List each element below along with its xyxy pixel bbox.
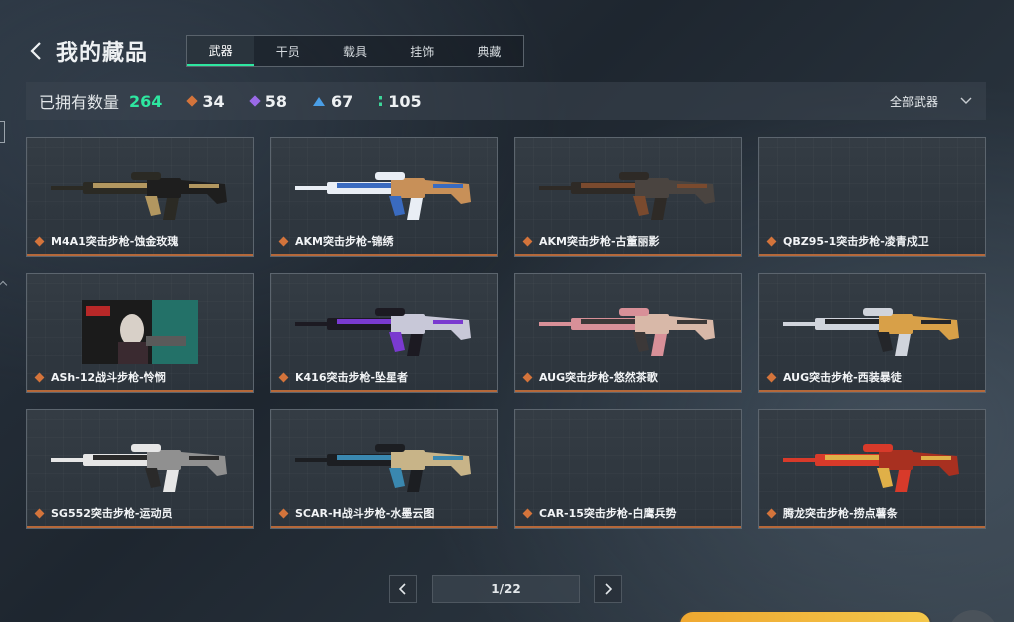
rarity-green-count: 105 [388, 91, 422, 111]
item-name: AKM突击步枪-锦绣 [277, 233, 394, 249]
rarity-diamond-icon [34, 372, 45, 382]
rarity-diamond-icon [766, 236, 777, 246]
prev-page-button[interactable] [389, 575, 417, 603]
back-button[interactable] [30, 39, 46, 63]
rarity-diamond-icon [522, 236, 533, 246]
item-name: CAR-15突击步枪-白鹰兵势 [521, 505, 677, 521]
rarity-green: 105 [379, 91, 422, 111]
category-tabs: 武器 干员 载具 挂饰 典藏 [186, 35, 524, 67]
weapon-filter-dropdown[interactable]: 全部武器 [890, 82, 972, 120]
rarity-diamond-icon [766, 372, 777, 382]
item-name-text: K416突击步枪-坠星者 [295, 371, 409, 384]
item-name-text: 腾龙突击步枪-捞点薯条 [783, 507, 898, 520]
collection-item-card[interactable]: SG552突击步枪-运动员 [26, 409, 254, 529]
item-name: K416突击步枪-坠星者 [277, 369, 408, 385]
rarity-orange: 34 [186, 91, 225, 111]
next-page-button[interactable] [594, 575, 622, 603]
rarity-diamond-icon [766, 508, 777, 518]
weapon-skin-image [51, 172, 227, 220]
item-name: SCAR-H战斗步枪-水墨云图 [277, 505, 434, 521]
header: 我的藏品 [30, 35, 148, 67]
chevron-left-icon [399, 583, 406, 595]
weapon-skin-image [295, 172, 471, 220]
weapon-skin-image [539, 172, 715, 220]
skin-artwork-image [82, 300, 198, 364]
chevron-down-icon [960, 97, 972, 104]
item-grid: M4A1突击步枪-蚀金玫瑰 AKM突击步枪-锦绣 AKM突击步枪-古董丽影 QB… [26, 137, 986, 529]
collection-item-card[interactable]: CAR-15突击步枪-白鹰兵势 [514, 409, 742, 529]
collection-item-card[interactable]: ASh-12战斗步枪-怜悯 [26, 273, 254, 393]
purple-diamond-icon [249, 95, 261, 107]
rarity-blue: 67 [312, 91, 354, 111]
weapon-skin-image [783, 308, 959, 356]
item-name-text: ASh-12战斗步枪-怜悯 [51, 371, 166, 384]
tab-charms[interactable]: 挂饰 [389, 36, 456, 66]
item-name: M4A1突击步枪-蚀金玫瑰 [33, 233, 178, 249]
tab-vehicles[interactable]: 载具 [321, 36, 388, 66]
item-name-text: SCAR-H战斗步枪-水墨云图 [295, 507, 435, 520]
blue-triangle-icon [312, 96, 325, 106]
rarity-diamond-icon [34, 508, 45, 518]
item-name: 腾龙突击步枪-捞点薯条 [765, 505, 898, 521]
collection-item-card[interactable]: M4A1突击步枪-蚀金玫瑰 [26, 137, 254, 257]
weapon-skin-image [539, 308, 715, 356]
item-name-text: AUG突击步枪-西装暴徒 [783, 371, 902, 384]
rarity-diamond-icon [278, 508, 289, 518]
item-name: AUG突击步枪-西装暴徒 [765, 369, 902, 385]
rarity-diamond-icon [34, 236, 45, 246]
item-name-text: AKM突击步枪-古董丽影 [539, 235, 660, 248]
rarity-diamond-icon [278, 372, 289, 382]
rarity-diamond-icon [278, 236, 289, 246]
collection-item-card[interactable]: QBZ95-1突击步枪-凌青戍卫 [758, 137, 986, 257]
rarity-purple: 58 [249, 91, 287, 111]
item-name: SG552突击步枪-运动员 [33, 505, 172, 521]
collection-item-card[interactable]: AKM突击步枪-古董丽影 [514, 137, 742, 257]
item-name-text: QBZ95-1突击步枪-凌青戍卫 [783, 235, 929, 248]
orange-diamond-icon [186, 95, 199, 107]
chevron-left-icon [30, 42, 41, 60]
tab-operators[interactable]: 干员 [254, 36, 321, 66]
weapon-skin-image [783, 444, 959, 492]
page-title: 我的藏品 [56, 41, 149, 66]
secondary-round-button[interactable] [948, 610, 998, 622]
tab-weapons[interactable]: 武器 [187, 36, 255, 66]
item-name: QBZ95-1突击步枪-凌青戍卫 [765, 233, 929, 249]
owned-count-label: 已拥有数量 [39, 93, 120, 112]
edge-marker [0, 121, 5, 143]
weapon-skin-image [295, 444, 471, 492]
rarity-orange-count: 34 [202, 91, 225, 111]
collection-item-card[interactable]: K416突击步枪-坠星者 [270, 273, 498, 393]
owned-count-total: 264 [129, 91, 163, 111]
collection-item-card[interactable]: 腾龙突击步枪-捞点薯条 [758, 409, 986, 529]
collection-item-card[interactable]: SCAR-H战斗步枪-水墨云图 [270, 409, 498, 529]
rarity-purple-count: 58 [264, 91, 287, 111]
collection-item-card[interactable]: AUG突击步枪-悠然茶歌 [514, 273, 742, 393]
item-name: AKM突击步枪-古董丽影 [521, 233, 660, 249]
chevron-right-icon [605, 583, 612, 595]
page-indicator: 1/22 [432, 575, 580, 603]
weapon-skin-image [295, 308, 471, 356]
item-name-text: AUG突击步枪-悠然茶歌 [539, 371, 658, 384]
green-bar-icon [379, 96, 383, 106]
item-name-text: SG552突击步枪-运动员 [51, 507, 173, 520]
item-name: AUG突击步枪-悠然茶歌 [521, 369, 658, 385]
rarity-blue-count: 67 [330, 91, 354, 111]
item-name-text: CAR-15突击步枪-白鹰兵势 [539, 507, 677, 520]
item-name: ASh-12战斗步枪-怜悯 [33, 369, 166, 385]
stats-bar: 已拥有数量 264 34 58 67 105 全部武器 [26, 82, 986, 120]
item-name-text: AKM突击步枪-锦绣 [295, 235, 394, 248]
tab-collection[interactable]: 典藏 [456, 36, 523, 66]
weapon-skin-image [51, 444, 227, 492]
collection-item-card[interactable]: AKM突击步枪-锦绣 [270, 137, 498, 257]
collection-item-card[interactable]: AUG突击步枪-西装暴徒 [758, 273, 986, 393]
edge-caret-icon [0, 280, 8, 290]
filter-label: 全部武器 [889, 94, 938, 109]
primary-action-button[interactable] [678, 610, 932, 622]
rarity-diamond-icon [522, 508, 533, 518]
rarity-diamond-icon [522, 372, 533, 382]
item-name-text: M4A1突击步枪-蚀金玫瑰 [51, 235, 179, 248]
